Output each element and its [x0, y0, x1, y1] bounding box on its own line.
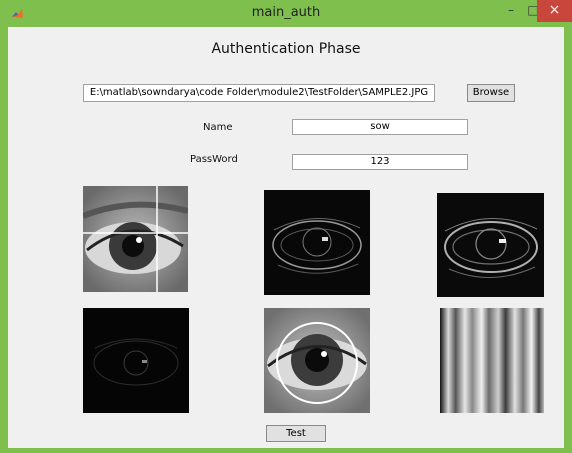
test-button[interactable]: Test [266, 425, 326, 442]
name-label: Name [203, 122, 233, 133]
browse-button[interactable]: Browse [467, 84, 515, 102]
edge-map-image-2 [437, 193, 544, 297]
eye-crosshair-image [83, 186, 188, 292]
app-window: main_auth – □ × Authentication Phase E:\… [0, 0, 572, 453]
name-field[interactable]: sow [292, 119, 468, 135]
title-bar[interactable]: main_auth – □ × [0, 0, 572, 27]
edge-map-image-1 [264, 190, 370, 295]
eye-iris-circle-image [264, 308, 370, 413]
close-icon[interactable]: × [537, 0, 572, 22]
password-label: PassWord [190, 154, 238, 165]
faint-edge-image [83, 308, 189, 413]
image-path-field[interactable]: E:\matlab\sowndarya\code Folder\module2\… [83, 84, 435, 102]
minimize-icon[interactable]: – [500, 0, 522, 22]
password-field[interactable]: 123 [292, 154, 468, 170]
window-title: main_auth [251, 5, 321, 20]
page-title: Authentication Phase [211, 41, 361, 57]
normalized-iris-image [440, 308, 544, 413]
figure-panel: Authentication Phase E:\matlab\sowndarya… [8, 27, 564, 448]
